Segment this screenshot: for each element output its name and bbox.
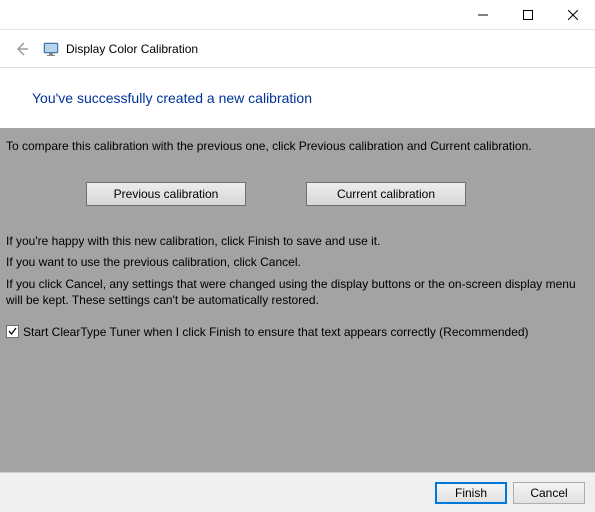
content-area: You've successfully created a new calibr… — [0, 68, 595, 472]
minimize-button[interactable] — [460, 0, 505, 29]
app-icon — [42, 40, 60, 58]
window-titlebar — [0, 0, 595, 30]
current-calibration-button[interactable]: Current calibration — [306, 182, 466, 206]
page-heading: You've successfully created a new calibr… — [0, 68, 595, 122]
cancel-info-text: If you want to use the previous calibrat… — [6, 254, 589, 270]
finish-button[interactable]: Finish — [435, 482, 507, 504]
compare-button-row: Previous calibration Current calibration — [6, 160, 589, 228]
header-bar: Display Color Calibration — [0, 30, 595, 68]
compare-instruction-text: To compare this calibration with the pre… — [6, 128, 589, 154]
cleartype-checkbox[interactable] — [6, 325, 19, 338]
warning-info-text: If you click Cancel, any settings that w… — [6, 276, 589, 308]
close-button[interactable] — [550, 0, 595, 29]
maximize-button[interactable] — [505, 0, 550, 29]
cleartype-checkbox-label: Start ClearType Tuner when I click Finis… — [23, 324, 529, 340]
previous-calibration-button[interactable]: Previous calibration — [86, 182, 246, 206]
cleartype-checkbox-row[interactable]: Start ClearType Tuner when I click Finis… — [6, 324, 589, 340]
finish-info-text: If you're happy with this new calibratio… — [6, 233, 589, 249]
back-arrow-icon[interactable] — [10, 37, 34, 61]
app-title: Display Color Calibration — [66, 42, 198, 56]
cancel-button[interactable]: Cancel — [513, 482, 585, 504]
footer-bar: Finish Cancel — [0, 472, 595, 512]
main-panel: To compare this calibration with the pre… — [0, 128, 595, 472]
info-block: If you're happy with this new calibratio… — [6, 233, 589, 308]
